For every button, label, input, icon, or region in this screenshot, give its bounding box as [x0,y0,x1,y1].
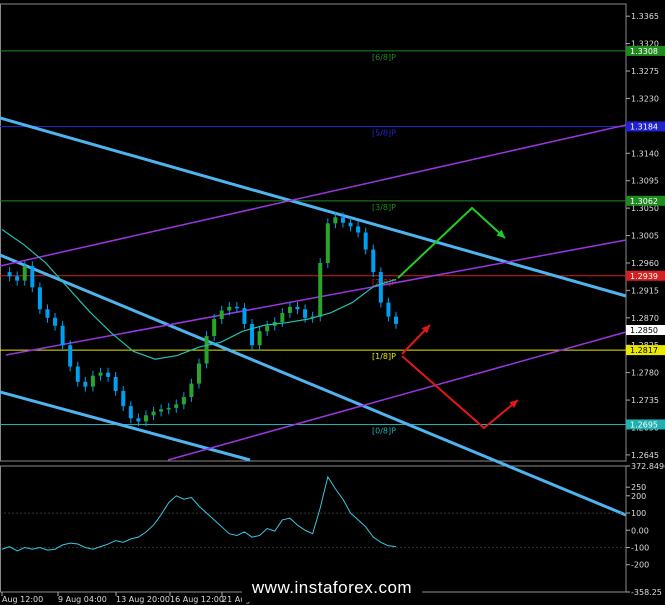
candle-body [181,397,186,405]
cci-tick-label: 200 [631,492,646,501]
candle-body [60,325,65,346]
candle-body [151,411,156,416]
candle-body [68,345,73,367]
candle-body [234,306,239,309]
candle-body [340,217,345,223]
candle-body [212,319,217,337]
candle-body [30,266,35,288]
price-tick-label: 1.3140 [631,149,659,158]
murray-level-label: [6/8]P [372,53,396,62]
candle-body [371,249,376,273]
murray-price-label: 1.3184 [630,122,658,131]
murray-price-label: 1.2695 [630,420,658,429]
murray-level-label: [1/8]P [372,352,396,361]
price-tick-label: 1.2960 [631,259,659,268]
time-tick-label: 13 Aug 20:00 [116,595,170,604]
murray-level-label: [5/8]P [372,128,396,137]
candle-body [363,232,368,250]
murray-price-label: 1.2939 [630,272,658,281]
forecast-arrow-green [397,206,506,279]
price-tick-label: 1.2915 [631,286,659,295]
candle-body [348,222,353,227]
candle-body [356,226,361,233]
candle-body [287,306,292,313]
cci-tick-label: -358.25 [631,588,662,597]
time-tick-label: 9 Aug 04:00 [58,595,107,604]
candle-body [22,266,27,281]
candle-body [303,309,308,318]
main-panel-frame [0,3,627,462]
price-tick-label: 1.3275 [631,67,659,76]
candle-body [378,272,383,303]
candle-body [204,336,209,364]
candle-body [136,418,141,422]
candle-body [45,309,50,318]
cci-line [1,475,397,552]
cci-tick-label: 0.00 [631,526,649,535]
candle-body [37,287,42,310]
cci-tick-label: -200 [631,561,649,570]
time-tick-label: Aug 12:00 [2,595,43,604]
candle-body [15,276,20,281]
channel-line [0,116,627,298]
candle-body [106,372,111,377]
murray-price-label: 1.3308 [630,47,658,56]
candle-body [280,312,285,323]
candle-body [83,381,88,387]
candle-body [219,310,224,320]
murray-level-label: [0/8]P [372,426,396,435]
candle-body [318,262,323,317]
candle-body [166,407,171,410]
candle-body [121,390,126,407]
trend-line [167,331,627,461]
candle-body [75,366,80,382]
candle-body [386,302,391,317]
price-tick-label: 1.3095 [631,177,659,186]
candle-body [53,317,58,326]
price-tick-label: 1.2870 [631,314,659,323]
candle-body [242,308,247,324]
gbpusd-chart: 1.33651.33201.32751.32301.31851.31401.30… [0,3,665,604]
candle-body [333,217,338,224]
candle-body [197,363,201,384]
current-price-label: 1.2850 [630,326,658,335]
price-tick-label: 1.3365 [631,12,659,21]
watermark: www.instaforex.com [242,574,422,602]
price-tick-label: 1.2735 [631,396,659,405]
candle-body [325,223,330,263]
candle-body [295,306,300,310]
candle-body [265,325,270,332]
price-tick-label: 1.2645 [631,451,659,460]
cci-tick-label: 372.8496 [631,462,665,471]
candle-body [143,415,148,422]
murray-price-label: 1.3062 [630,197,658,206]
candle-body [159,409,164,412]
candle-body [113,376,118,391]
candle-body [174,404,179,408]
candle-body [128,406,133,419]
candle-body [189,383,194,398]
price-tick-label: 1.3005 [631,232,659,241]
price-tick-label: 1.2780 [631,369,659,378]
candle-body [98,372,103,376]
cci-tick-label: -100 [631,543,649,552]
price-tick-label: 1.3230 [631,94,659,103]
candle-body [90,375,95,387]
candle-body [257,331,262,346]
candle-body [250,323,255,346]
cci-tick-label: 100 [631,509,646,518]
murray-level-label: [3/8]P [372,203,396,212]
candle-body [227,306,232,311]
time-tick-label: 16 Aug 12:00 [170,595,224,604]
candle-body [7,272,12,277]
murray-price-label: 1.2817 [630,346,658,355]
candle-body [394,316,398,324]
